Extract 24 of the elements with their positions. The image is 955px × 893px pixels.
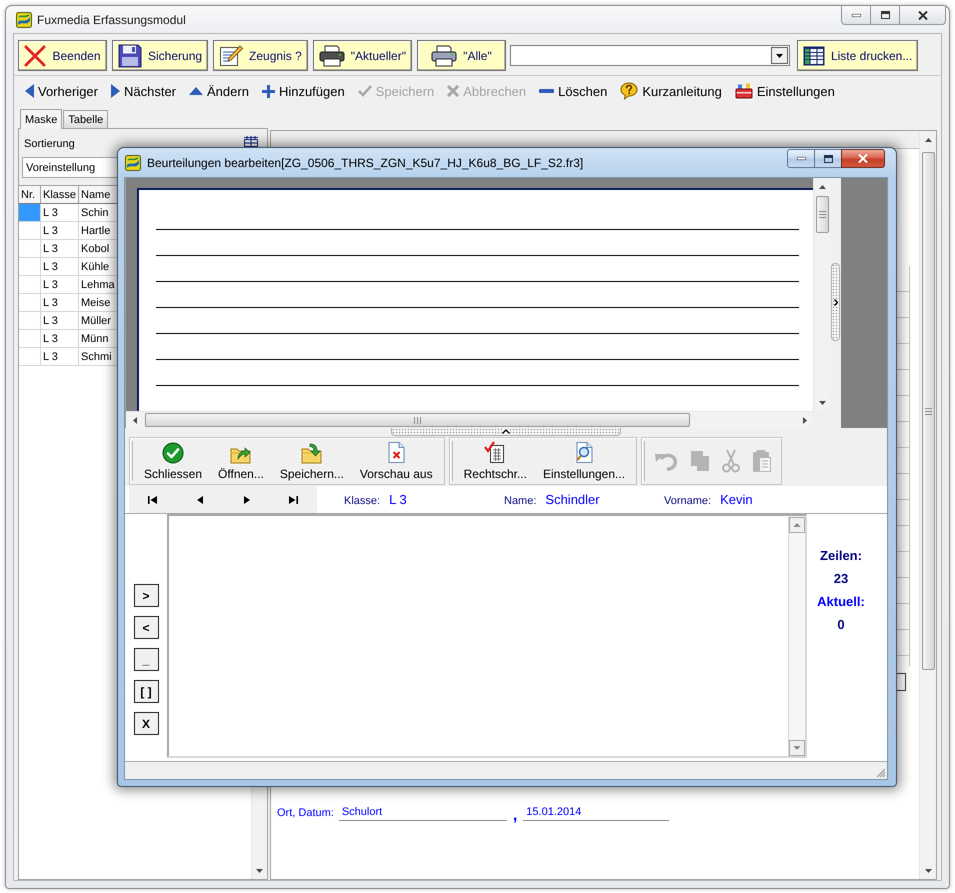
table-cell: L 3 — [41, 294, 79, 312]
stat-label: Zeilen: — [820, 548, 862, 563]
table-cell: L 3 — [41, 222, 79, 240]
field-value: Schindler — [545, 492, 600, 507]
separator-text: , — [512, 808, 518, 824]
field-label: Name: — [504, 495, 536, 507]
dialog-title: Beurteilungen bearbeiten[ZG_0506_THRS_ZGN_K5u7_HJ_K6u8_BG_LF_S2.fr3] — [147, 156, 584, 170]
field-value: L 3 — [389, 492, 407, 507]
table-cell: L 3 — [41, 240, 79, 258]
table-cell: L 3 — [41, 312, 79, 330]
table-cell: L 3 — [41, 204, 79, 222]
table-cell: L 3 — [41, 348, 79, 366]
stat-label: Aktuell: — [817, 594, 865, 609]
field-label: Sortierung — [24, 138, 75, 150]
stat-value: 0 — [837, 617, 845, 632]
field-label: Ort, Datum: — [277, 807, 334, 821]
field-value: Kevin — [720, 492, 753, 507]
field-label: Klasse: — [344, 495, 380, 507]
field-label: Vorname: — [664, 495, 712, 507]
stat-value: 23 — [834, 571, 848, 586]
table-cell: L 3 — [41, 276, 79, 294]
table-cell: L 3 — [41, 258, 79, 276]
window-title: Fuxmedia Erfassungsmodul — [37, 12, 186, 26]
table-cell: L 3 — [41, 330, 79, 348]
